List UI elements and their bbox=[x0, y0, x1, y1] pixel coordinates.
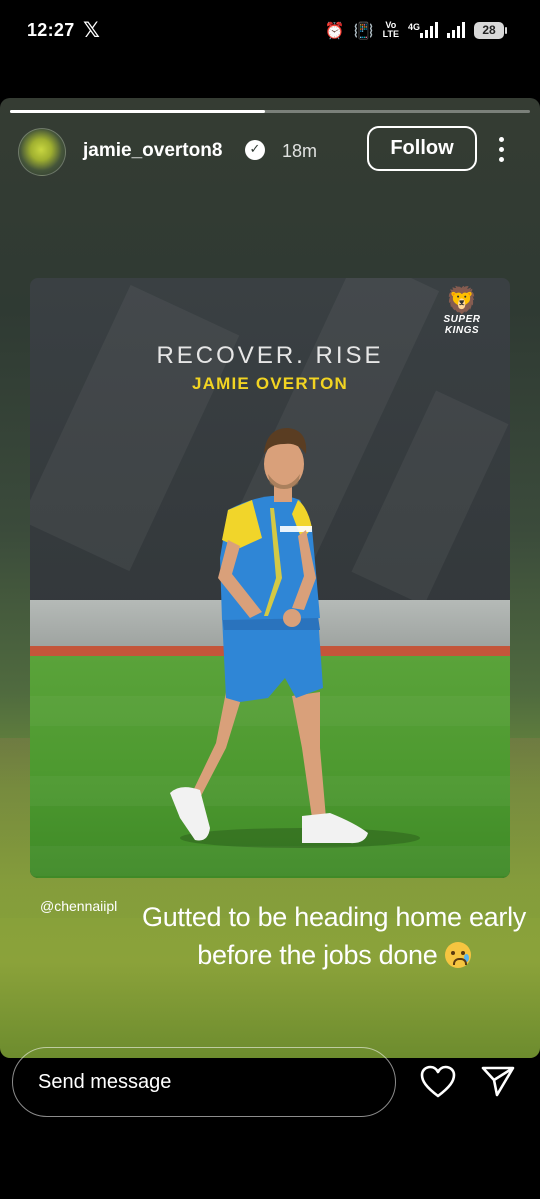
status-bar: 12:27 𝕏 ⏰ 📳 Vo LTE 4G 28 bbox=[0, 0, 540, 62]
story-progress-bar bbox=[10, 110, 530, 113]
network-signal-icon: 4G bbox=[408, 22, 438, 38]
vibrate-icon: 📳 bbox=[353, 20, 374, 40]
follow-button[interactable]: Follow bbox=[367, 126, 477, 171]
status-icons: ⏰ 📳 Vo LTE 4G 28 bbox=[324, 17, 507, 43]
story-progress-fill bbox=[10, 110, 265, 113]
battery-icon: 28 bbox=[474, 21, 507, 39]
avatar[interactable] bbox=[18, 128, 66, 176]
story-card[interactable]: jamie_overton8 ✓ 18m Follow 🦁 SUPER KING… bbox=[0, 98, 540, 1058]
story-photo: 🦁 SUPER KINGS RECOVER. RISE JAMIE OVERTO… bbox=[30, 278, 510, 878]
player-figure bbox=[170, 428, 420, 848]
volte-icon: Vo LTE bbox=[382, 20, 399, 39]
crying-face-emoji-icon bbox=[444, 942, 471, 968]
username[interactable]: jamie_overton8 bbox=[83, 140, 222, 162]
x-app-icon: 𝕏 bbox=[83, 18, 100, 42]
signal-strength-icon bbox=[447, 22, 465, 38]
verified-badge-icon: ✓ bbox=[245, 140, 265, 160]
send-message-placeholder: Send message bbox=[38, 1071, 172, 1093]
send-icon[interactable] bbox=[480, 1064, 516, 1098]
more-options-icon[interactable] bbox=[499, 137, 507, 167]
send-message-input[interactable]: Send message bbox=[12, 1047, 396, 1117]
time-ago: 18m bbox=[282, 141, 318, 161]
alarm-icon: ⏰ bbox=[324, 20, 345, 40]
mention-tag[interactable]: @chennaiipl bbox=[40, 898, 117, 914]
story-caption: Gutted to be heading home early before t… bbox=[142, 902, 526, 970]
heart-icon[interactable] bbox=[420, 1065, 456, 1099]
status-time: 12:27 bbox=[27, 20, 75, 40]
